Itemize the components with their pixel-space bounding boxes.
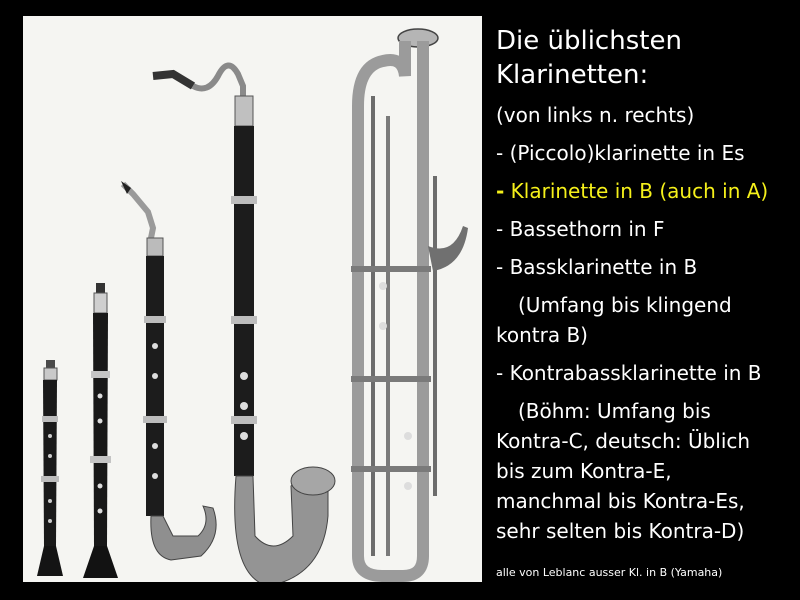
contra-note-line-1: (Böhm: Umfang bis [518,399,711,423]
footnote: alle von Leblanc ausser Kl. in B (Yamaha… [496,566,723,579]
list-item-bassklarinette: - Bassklarinette in B [496,255,698,279]
title-line-1: Die üblichsten [496,26,682,56]
contra-note: (Böhm: Umfang bis Kontra-C, deutsch: Übl… [496,396,792,546]
highlight-dash: - [496,179,505,203]
list-item-piccolo: - (Piccolo)klarinette in Es [496,141,745,165]
list-item-bassethorn: - Bassethorn in F [496,217,665,241]
title-line-2: Klarinetten: [496,60,649,90]
contra-note-line-5: sehr selten bis Kontra-D) [496,519,745,543]
contra-note-line-2: Kontra-C, deutsch: Üblich [496,429,751,453]
slide-title: Die üblichsten Klarinetten: [496,24,792,92]
intro-text: (von links n. rechts) [496,103,695,127]
slide: Die üblichsten Klarinetten: (von links n… [0,0,800,600]
bass-note-line-1: (Umfang bis klingend [518,293,732,317]
list-item-b-clarinet: - Klarinette in B (auch in A) [496,176,792,206]
bass-note-line-2: kontra B) [496,323,588,347]
contra-note-line-3: bis zum Kontra-E, [496,459,672,483]
slide-text: Die üblichsten Klarinetten: (von links n… [496,24,792,554]
list-item-kontrabass: - Kontrabassklarinette in B [496,361,762,385]
clarinets-photo [23,16,482,582]
contra-note-line-4: manchmal bis Kontra-Es, [496,489,745,513]
bass-note: (Umfang bis klingend kontra B) [496,290,792,350]
list-item-b-clarinet-label: Klarinette in B (auch in A) [510,179,769,203]
